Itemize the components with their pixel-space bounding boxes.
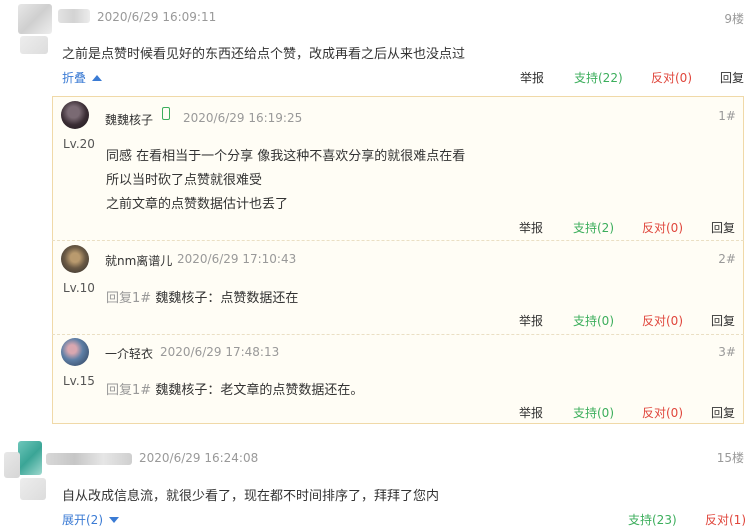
- floor-number: 9楼: [724, 12, 744, 26]
- blurred-avatar-edge: [4, 452, 20, 478]
- reply-floor: 2#: [718, 252, 736, 266]
- user-level: Lv.15: [63, 374, 95, 388]
- reply-line-2: 所以当时砍了点赞就很难受: [106, 173, 263, 188]
- caret-up-icon: [91, 75, 102, 81]
- collapse-toggle[interactable]: 折叠: [62, 69, 102, 86]
- blurred-avatar-bottom: [20, 478, 46, 500]
- expand-toggle[interactable]: 展开(2): [62, 511, 119, 528]
- reply-target[interactable]: 魏魏核子：: [155, 383, 220, 398]
- reply-text: 点赞数据还在: [220, 291, 299, 306]
- blurred-avatar-bottom: [20, 36, 48, 54]
- avatar[interactable]: [61, 338, 89, 366]
- reply-line-3: 之前文章的点赞数据估计也丢了: [106, 197, 289, 212]
- report-button[interactable]: 举报: [519, 219, 543, 236]
- comment-text: 自从改成信息流，就很少看了，现在都不时间排序了，拜拜了您内: [62, 489, 440, 504]
- blurred-username: [46, 453, 132, 465]
- mobile-icon: [162, 107, 170, 120]
- report-button[interactable]: 举报: [519, 312, 543, 329]
- reply-prefix: 回复1#: [106, 291, 152, 306]
- support-button[interactable]: 支持(0): [573, 312, 614, 329]
- report-button[interactable]: 举报: [519, 404, 543, 421]
- reply-time: 2020/6/29 17:48:13: [160, 345, 280, 359]
- divider: [52, 240, 744, 241]
- reply-button[interactable]: 回复: [711, 404, 735, 421]
- username[interactable]: 就nm离谱儿: [105, 252, 172, 269]
- reply-floor: 3#: [718, 345, 736, 359]
- reply-target[interactable]: 魏魏核子：: [155, 291, 220, 306]
- support-button[interactable]: 支持(2): [573, 219, 614, 236]
- reply-text: 老文章的点赞数据还在。: [220, 383, 364, 398]
- support-button[interactable]: 支持(22): [574, 69, 623, 86]
- blurred-avatar: [18, 441, 42, 475]
- reply-content: 回复1# 魏魏核子：点赞数据还在: [106, 287, 298, 306]
- reply-content: 回复1# 魏魏核子：老文章的点赞数据还在。: [106, 379, 363, 398]
- comment-time: 2020/6/29 16:24:08: [139, 451, 259, 465]
- support-button[interactable]: 支持(23): [628, 511, 677, 528]
- username[interactable]: 一介轻衣: [105, 345, 153, 362]
- comment-time: 2020/6/29 16:09:11: [97, 10, 217, 24]
- caret-down-icon: [108, 517, 119, 523]
- divider: [52, 334, 744, 335]
- collapse-label: 折叠: [62, 71, 87, 85]
- oppose-button[interactable]: 反对(0): [642, 312, 683, 329]
- reply-time: 2020/6/29 16:19:25: [183, 111, 303, 125]
- support-button[interactable]: 支持(0): [573, 404, 614, 421]
- blurred-username: [58, 9, 90, 23]
- oppose-button[interactable]: 反对(1): [705, 511, 746, 528]
- reply-button[interactable]: 回复: [711, 312, 735, 329]
- oppose-button[interactable]: 反对(0): [642, 219, 683, 236]
- reply-button[interactable]: 回复: [720, 69, 744, 86]
- oppose-button[interactable]: 反对(0): [651, 69, 692, 86]
- floor-number: 15楼: [716, 451, 744, 465]
- reply-line-1: 同感 在看相当于一个分享 像我这种不喜欢分享的就很难点在看: [106, 149, 466, 164]
- user-level: Lv.10: [63, 281, 95, 295]
- reply-time: 2020/6/29 17:10:43: [177, 252, 297, 266]
- username[interactable]: 魏魏核子: [105, 111, 153, 128]
- user-level: Lv.20: [63, 137, 95, 151]
- avatar[interactable]: [61, 245, 89, 273]
- reply-prefix: 回复1#: [106, 383, 152, 398]
- report-button[interactable]: 举报: [520, 69, 544, 86]
- avatar[interactable]: [61, 101, 89, 129]
- blurred-avatar: [18, 4, 52, 34]
- reply-button[interactable]: 回复: [711, 219, 735, 236]
- reply-floor: 1#: [718, 109, 736, 123]
- comment-text: 之前是点赞时候看见好的东西还给点个赞，改成再看之后从来也没点过: [62, 47, 466, 62]
- oppose-button[interactable]: 反对(0): [642, 404, 683, 421]
- expand-label: 展开(2): [62, 513, 103, 527]
